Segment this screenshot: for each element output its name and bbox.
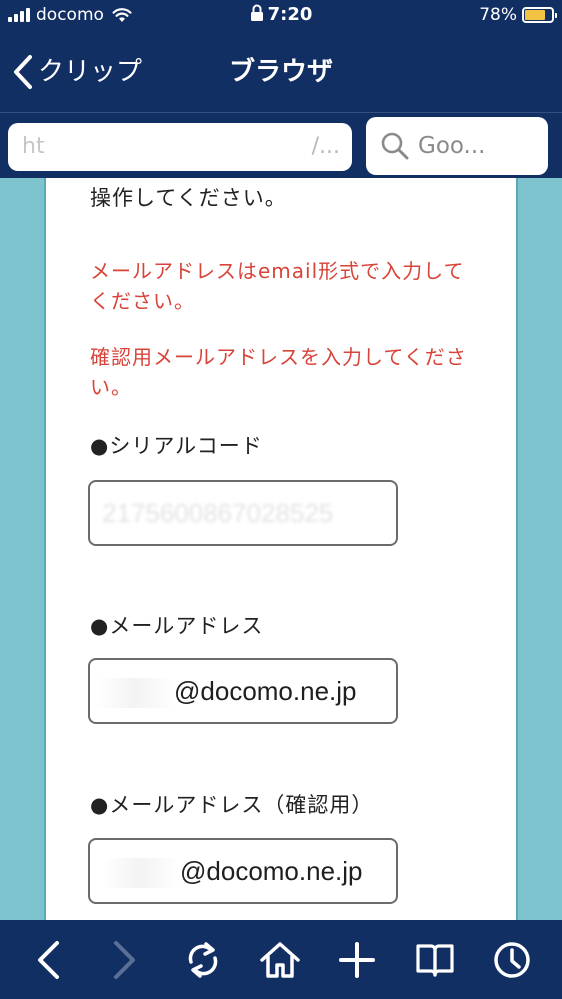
email-redaction (96, 678, 174, 709)
email-format-error: メールアドレスはemail形式で入力してください。 (90, 259, 465, 313)
email-confirm-redaction (102, 858, 180, 889)
instruction-text: 操作してください。 (90, 186, 287, 210)
bookmarks-icon (416, 944, 454, 977)
email-confirm-domain: @docomo.ne.jp (180, 856, 363, 886)
clock: 7:20 (267, 4, 313, 25)
status-bar: docomo 7:20 78% (0, 0, 562, 32)
email-confirm-input[interactable]: @docomo.ne.jp (88, 838, 398, 904)
email-input[interactable]: @docomo.ne.jp (88, 658, 398, 724)
url-redaction (52, 129, 296, 165)
home-button[interactable] (258, 938, 302, 982)
url-field[interactable]: ht /... (8, 123, 352, 171)
home-icon (260, 942, 300, 978)
page-title: ブラウザ (228, 57, 333, 87)
new-tab-button[interactable] (335, 938, 379, 982)
search-input[interactable]: Goo... (366, 117, 548, 175)
serial-code-input[interactable]: 2175600867028525 (88, 480, 398, 546)
email-label: ●メールアドレス (90, 614, 264, 638)
address-toolbar: ht /... Goo... (0, 112, 562, 178)
form-card: 操作してください。 メールアドレスはemail形式で入力してください。 確認用メ… (44, 178, 518, 920)
browser-forward-button[interactable] (102, 938, 146, 982)
orientation-lock-icon (250, 4, 263, 21)
serial-code-value: 2175600867028525 (102, 498, 334, 528)
history-button[interactable] (490, 938, 534, 982)
nav-bar: クリップ ブラウザ (0, 32, 562, 112)
bookmarks-button[interactable] (413, 938, 457, 982)
url-prefix: ht (22, 134, 45, 159)
reload-icon (188, 942, 218, 978)
url-suffix: /... (311, 134, 340, 159)
email-domain: @docomo.ne.jp (174, 676, 357, 706)
browser-back-button[interactable] (26, 938, 70, 982)
plus-icon (339, 942, 375, 978)
web-page-area[interactable]: 操作してください。 メールアドレスはemail形式で入力してください。 確認用メ… (0, 178, 562, 920)
serial-code-label: ●シリアルコード (90, 434, 263, 458)
search-icon (381, 132, 409, 160)
bottom-toolbar (0, 920, 562, 999)
battery-percentage: 78% (479, 5, 517, 25)
email-confirm-label: ●メールアドレス（確認用） (90, 793, 374, 817)
search-placeholder: Goo... (418, 133, 486, 159)
forward-arrow-icon (114, 941, 135, 979)
reload-button[interactable] (181, 938, 225, 982)
battery-fill (525, 10, 546, 20)
battery-icon (522, 7, 557, 23)
history-icon (494, 942, 530, 978)
confirm-email-error: 確認用メールアドレスを入力してください。 (90, 345, 467, 399)
back-arrow-icon (38, 941, 59, 979)
